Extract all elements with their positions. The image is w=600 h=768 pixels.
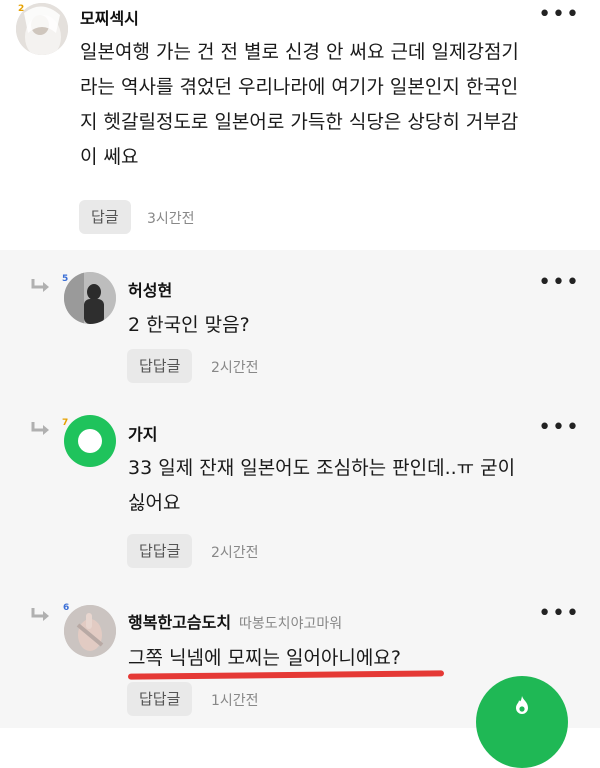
level-badge: 5 [62,274,69,284]
timestamp: 2시간전 [211,360,259,376]
comment-text-line: 일본여행 가는 건 전 별로 신경 안 써요 근데 일제강점기 [80,41,519,63]
reply-item: 5 허성현 ••• 2 한국인 맞음? 답답글 2시간전 [0,250,600,397]
author-name[interactable]: 가지 [128,421,157,445]
timestamp: 2시간전 [211,545,259,561]
reply-button[interactable]: 답글 [79,200,131,234]
reply-arrow-icon [31,608,49,621]
comment-text: 33 일제 잔재 일본어도 조심하는 판인데..ㅠ 굳이 싫어요 [128,451,583,521]
comment-text: 일본여행 가는 건 전 별로 신경 안 써요 근데 일제강점기 라는 역사를 겪… [80,35,585,175]
reply-item: 7 가지 ••• 33 일제 잔재 일본어도 조심하는 판인데..ㅠ 굳이 싫어… [0,397,600,577]
author-name[interactable]: 허성현 [128,277,172,301]
comment-text-line: 이 쎄요 [80,146,139,168]
reply-button[interactable]: 답답글 [127,682,193,716]
reply-button[interactable]: 답답글 [127,534,193,568]
reply-arrow-icon [31,422,49,435]
author-name[interactable]: 행복한고슴도치 따봉도치야고마워 [128,609,342,633]
avatar-default-shape [78,429,102,453]
comment-text-line: 33 일제 잔재 일본어도 조심하는 판인데..ㅠ 굳이 [128,457,516,479]
author-subtitle: 따봉도치야고마워 [239,616,343,632]
author-nickname: 행복한고슴도치 [128,613,232,632]
level-badge: 6 [63,603,70,613]
more-dots-icon[interactable]: ••• [538,417,580,439]
avatar[interactable] [64,272,116,324]
floating-action-button[interactable] [476,676,568,768]
more-dots-icon[interactable]: ••• [538,4,580,26]
more-dots-icon[interactable]: ••• [538,603,580,625]
avatar[interactable] [64,605,116,657]
more-dots-icon[interactable]: ••• [538,272,580,294]
comment-text-line: 2 한국인 맞음? [128,314,250,336]
flame-icon [516,696,528,714]
author-name[interactable]: 모찌섹시 [80,5,139,29]
timestamp: 3시간전 [147,211,195,227]
timestamp: 1시간전 [211,693,259,709]
comment-text-line: 싫어요 [128,492,181,514]
comment-item: 2 모찌섹시 ••• 일본여행 가는 건 전 별로 신경 안 써요 근데 일제강… [0,0,600,250]
comment-text: 2 한국인 맞음? [128,308,578,343]
avatar[interactable] [64,415,116,467]
reply-arrow-icon [31,279,49,292]
comment-text-line: 지 헷갈릴정도로 일본어로 가득한 식당은 상당히 거부감 [80,111,519,133]
level-badge: 2 [18,4,25,14]
comment-text-line: 라는 역사를 겪었던 우리나라에 여기가 일본인지 한국인 [80,76,519,98]
reply-button[interactable]: 답답글 [127,349,193,383]
